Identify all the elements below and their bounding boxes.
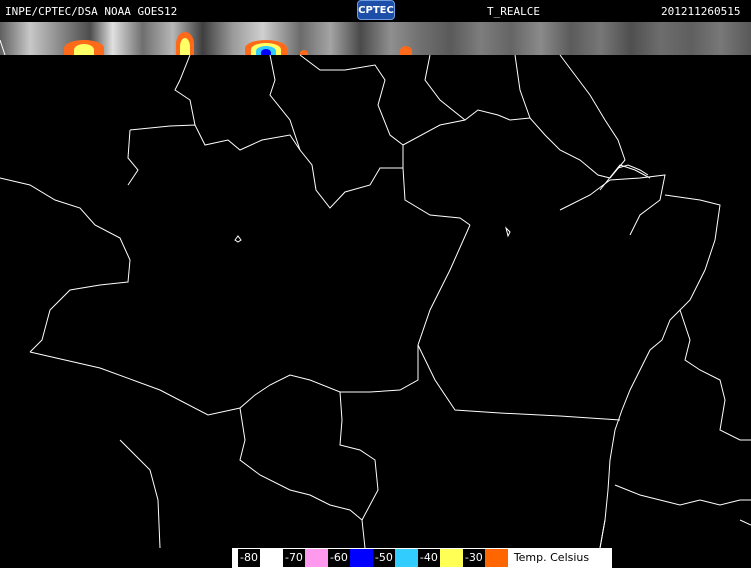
border-line (0, 177, 131, 353)
border-line (402, 109, 611, 179)
border-line (417, 344, 621, 421)
border-line (299, 54, 404, 168)
border-line (127, 129, 139, 186)
border-line (424, 54, 466, 121)
legend-swatch (304, 549, 328, 567)
border-line (609, 164, 649, 179)
border-line (129, 124, 403, 209)
legend-item: -70 (282, 549, 328, 567)
border-line (339, 391, 379, 521)
border-line (614, 484, 751, 506)
legend-item: -30 (462, 549, 508, 567)
border-line (679, 309, 751, 441)
border-line (514, 54, 531, 119)
legend-item: -80 (238, 549, 283, 567)
border-line (29, 224, 471, 416)
temperature-legend: -80 -70 -60 -50 -40 -30 Temp. Celsius (238, 549, 598, 567)
legend-label: -80 (238, 549, 260, 567)
border-line (739, 519, 751, 526)
legend-item: -50 (372, 549, 418, 567)
border-line (599, 519, 606, 549)
legend-swatch (259, 549, 283, 567)
legend-swatch (394, 549, 418, 567)
legend-swatch (349, 549, 373, 567)
legend-label: -60 (327, 549, 350, 567)
border-line (559, 174, 666, 236)
border-line (234, 235, 242, 243)
legend-label: -30 (462, 549, 485, 567)
border-line (559, 54, 626, 179)
border-line (239, 407, 366, 549)
legend-item: -40 (417, 549, 463, 567)
legend-label: -70 (282, 549, 305, 567)
legend-swatch (439, 549, 463, 567)
legend-label: -50 (372, 549, 395, 567)
border-line (174, 54, 196, 126)
legend-unit-label: Temp. Celsius (507, 549, 598, 567)
map-borders (0, 39, 751, 549)
legend-item: -60 (327, 549, 373, 567)
border-line (0, 39, 6, 56)
legend-label: -40 (417, 549, 440, 567)
border-line (505, 226, 511, 238)
border-line (402, 167, 471, 226)
border-line (119, 439, 161, 549)
legend-swatch (484, 549, 508, 567)
